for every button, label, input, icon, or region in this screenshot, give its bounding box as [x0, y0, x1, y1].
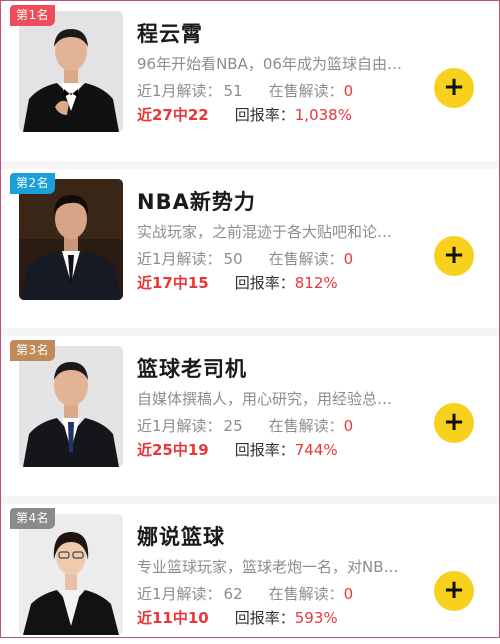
expert-ranking-list: 第1名 程云霄 96年开始看NBA，06年成为篮球自由… 近1月解读： 51 在售解…	[1, 1, 499, 644]
recent-reads-count: 50	[223, 250, 243, 268]
expert-name[interactable]: NBA新势力	[137, 186, 256, 216]
on-sale-count: 0	[343, 585, 354, 603]
expert-bio: 专业篮球玩家，篮球老炮一名，对NB…	[137, 558, 399, 576]
expert-name[interactable]: 娜说篮球	[137, 521, 225, 551]
hit-streak: 近25中19	[137, 441, 209, 459]
on-sale-label: 在售解读：	[268, 417, 344, 435]
expert-card[interactable]: 第4名 娜说篮球 专业篮球玩家，篮球老炮一名，对NB… 近1月解读： 62 在售解读…	[1, 496, 499, 644]
return-rate-value: 593%	[294, 609, 338, 627]
expert-stats: 近1月解读： 50 在售解读：0	[137, 248, 353, 269]
plus-icon: +	[443, 72, 465, 102]
recent-reads-label: 近1月解读：	[137, 417, 222, 435]
expert-stats: 近1月解读： 62 在售解读：0	[137, 583, 353, 604]
expert-name[interactable]: 程云霄	[137, 18, 203, 48]
rank-badge: 第2名	[10, 173, 56, 194]
expert-stats: 近1月解读： 51 在售解读：0	[137, 80, 353, 101]
follow-button[interactable]: +	[434, 236, 474, 276]
return-rate-value: 812%	[294, 274, 338, 292]
on-sale-label: 在售解读：	[268, 585, 344, 603]
plus-icon: +	[443, 407, 465, 437]
expert-card[interactable]: 第2名 NBA新势力 实战玩家，之前混迹于各大贴吧和论… 近1月解读： 50 在售解…	[1, 161, 499, 328]
return-rate-label: 回报率：	[234, 609, 295, 627]
expert-record: 近25中19 回报率：744%	[137, 439, 338, 460]
on-sale-count: 0	[343, 250, 354, 268]
recent-reads-label: 近1月解读：	[137, 585, 222, 603]
expert-record: 近11中10 回报率：593%	[137, 607, 338, 628]
expert-record: 近27中22 回报率：1,038%	[137, 104, 352, 125]
on-sale-count: 0	[343, 417, 354, 435]
hit-streak: 近27中22	[137, 106, 209, 124]
rank-badge: 第1名	[10, 5, 56, 26]
expert-name[interactable]: 篮球老司机	[137, 353, 247, 383]
rank-badge: 第4名	[10, 508, 56, 529]
recent-reads-label: 近1月解读：	[137, 82, 222, 100]
return-rate-label: 回报率：	[234, 274, 295, 292]
avatar[interactable]	[19, 11, 123, 132]
return-rate-value: 1,038%	[294, 106, 352, 124]
recent-reads-label: 近1月解读：	[137, 250, 222, 268]
expert-bio: 自媒体撰稿人，用心研究，用经验总…	[137, 390, 393, 408]
hit-streak: 近11中10	[137, 609, 209, 627]
on-sale-count: 0	[343, 82, 354, 100]
avatar[interactable]	[19, 514, 123, 635]
expert-card[interactable]: 第3名 篮球老司机 自媒体撰稿人，用心研究，用经验总… 近1月解读： 25 在售解读…	[1, 328, 499, 496]
return-rate-value: 744%	[294, 441, 338, 459]
plus-icon: +	[443, 575, 465, 605]
follow-button[interactable]: +	[434, 571, 474, 611]
recent-reads-count: 51	[223, 82, 243, 100]
on-sale-label: 在售解读：	[268, 82, 344, 100]
expert-card[interactable]: 第1名 程云霄 96年开始看NBA，06年成为篮球自由… 近1月解读： 51 在售解…	[1, 1, 499, 161]
return-rate-label: 回报率：	[234, 441, 295, 459]
avatar[interactable]	[19, 179, 123, 300]
recent-reads-count: 62	[223, 585, 243, 603]
on-sale-label: 在售解读：	[268, 250, 344, 268]
expert-record: 近17中15 回报率：812%	[137, 272, 338, 293]
hit-streak: 近17中15	[137, 274, 209, 292]
plus-icon: +	[443, 240, 465, 270]
recent-reads-count: 25	[223, 417, 243, 435]
expert-bio: 实战玩家，之前混迹于各大贴吧和论…	[137, 223, 393, 241]
expert-bio: 96年开始看NBA，06年成为篮球自由…	[137, 55, 402, 73]
rank-badge: 第3名	[10, 340, 56, 361]
follow-button[interactable]: +	[434, 403, 474, 443]
return-rate-label: 回报率：	[234, 106, 295, 124]
follow-button[interactable]: +	[434, 68, 474, 108]
avatar[interactable]	[19, 346, 123, 467]
expert-stats: 近1月解读： 25 在售解读：0	[137, 415, 353, 436]
